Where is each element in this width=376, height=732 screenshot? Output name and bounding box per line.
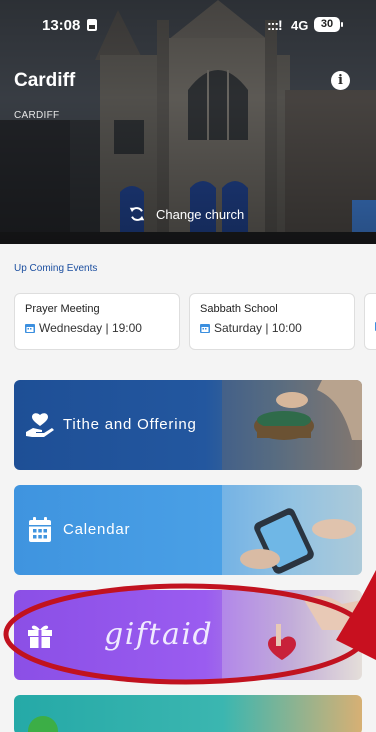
upcoming-events-title: Up Coming Events bbox=[14, 263, 98, 274]
next-feature-tile[interactable] bbox=[14, 695, 362, 732]
tithe-offering-tile[interactable]: Tithe and Offering bbox=[14, 380, 362, 470]
refresh-icon bbox=[129, 207, 145, 221]
info-icon[interactable]: i bbox=[331, 71, 350, 90]
calendar-tile[interactable]: Calendar bbox=[14, 485, 362, 575]
hand-heart-icon bbox=[26, 413, 54, 437]
app-screen: 13:08 :::! 4G 30 Cardiff CARDIFF i Chang… bbox=[0, 0, 376, 732]
events-carousel[interactable]: Prayer Meeting Wednesday | 19:00 Sabbath… bbox=[14, 293, 376, 351]
status-bar: 13:08 :::! 4G 30 bbox=[0, 0, 376, 50]
giftaid-tile[interactable]: giftaid bbox=[14, 590, 362, 680]
calendar-photo bbox=[222, 485, 362, 575]
gift-icon bbox=[28, 625, 52, 648]
church-name: Cardiff bbox=[14, 70, 76, 91]
event-title: Prayer Meeting bbox=[25, 303, 100, 315]
calendar-label: Calendar bbox=[63, 521, 131, 538]
battery-icon: 30 bbox=[314, 17, 343, 32]
event-title: Sabbath School bbox=[200, 303, 278, 315]
event-time: Wednesday | 19:00 bbox=[25, 321, 142, 335]
tithe-offering-label: Tithe and Offering bbox=[63, 416, 197, 433]
giftaid-label: giftaid bbox=[104, 617, 214, 652]
event-when: Wednesday | 19:00 bbox=[39, 321, 142, 335]
giftaid-photo bbox=[222, 590, 362, 680]
change-church-button[interactable]: Change church bbox=[128, 203, 244, 225]
event-when: Saturday | 10:00 bbox=[214, 321, 302, 335]
tithe-photo bbox=[222, 380, 362, 470]
church-header: 13:08 :::! 4G 30 Cardiff CARDIFF i Chang… bbox=[0, 0, 376, 244]
calendar-icon bbox=[25, 324, 35, 333]
change-church-label: Change church bbox=[156, 206, 245, 222]
event-card[interactable]: Sabbath School Saturday | 10:00 bbox=[189, 293, 355, 350]
network-type: 4G bbox=[291, 18, 309, 33]
sim-card-icon bbox=[87, 19, 97, 31]
event-card[interactable] bbox=[364, 293, 376, 350]
event-card[interactable]: Prayer Meeting Wednesday | 19:00 bbox=[14, 293, 180, 350]
calendar-icon bbox=[29, 517, 51, 542]
calendar-icon bbox=[200, 324, 210, 333]
status-time: 13:08 bbox=[42, 17, 81, 34]
signal-icon: :::! bbox=[267, 17, 283, 33]
church-location: CARDIFF bbox=[14, 110, 60, 121]
event-time: Saturday | 10:00 bbox=[200, 321, 302, 335]
